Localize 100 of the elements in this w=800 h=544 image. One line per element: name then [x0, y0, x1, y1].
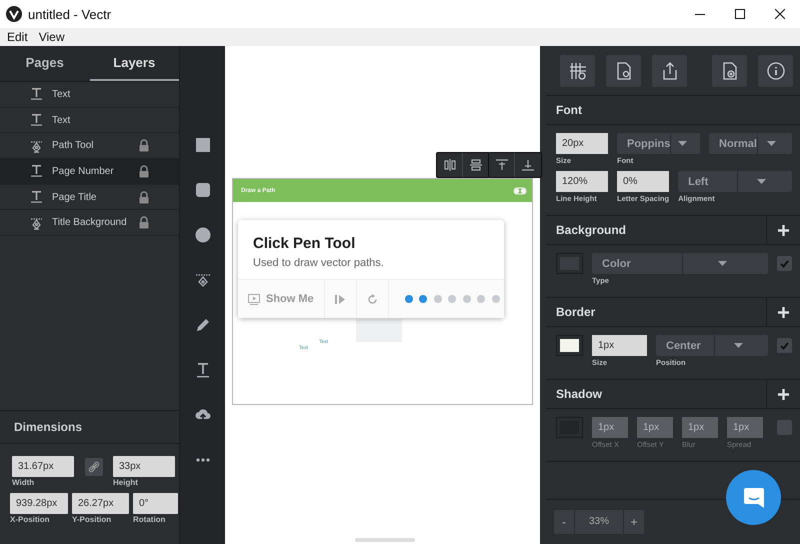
step-dot[interactable] [477, 295, 486, 303]
export-button[interactable] [652, 54, 687, 86]
caret-icon [734, 343, 743, 348]
plus-icon [778, 388, 789, 400]
align-bottom-icon [522, 159, 534, 171]
text-tool-icon [30, 87, 43, 102]
close-icon [775, 9, 785, 19]
dropdown[interactable]: Left [678, 171, 792, 192]
document-gear-icon [614, 62, 632, 80]
layer-item[interactable]: Text [0, 108, 179, 134]
text-tool-icon [30, 190, 43, 204]
section-title: Border [555, 305, 596, 319]
caret-icon [718, 261, 727, 266]
layer-name: Title Background [52, 217, 128, 228]
redo-icon [366, 294, 378, 304]
flip-vertical-icon [470, 159, 482, 171]
input-field[interactable]: 20px [556, 133, 608, 154]
text-tool-icon [30, 164, 43, 178]
new-document-button[interactable] [712, 54, 747, 86]
info-button[interactable] [758, 54, 793, 86]
step-dot[interactable] [462, 295, 471, 303]
input-field[interactable]: 0° [133, 493, 178, 514]
plus-icon [778, 224, 789, 236]
caret-icon [678, 141, 688, 146]
step-dot[interactable] [448, 295, 456, 303]
menu-item[interactable]: Edit [3, 30, 32, 44]
flip-horizontal-icon [444, 159, 456, 171]
zoom-out-button[interactable]: - [554, 510, 574, 534]
field-label: Y-Position [72, 515, 112, 524]
pen-tool-icon[interactable] [194, 272, 210, 288]
pencil-tool-icon[interactable] [194, 316, 210, 332]
input-field[interactable]: 26.27px [72, 493, 129, 514]
grid-settings-button[interactable] [560, 54, 595, 86]
field-label: Rotation [133, 515, 166, 524]
caret-icon [757, 179, 766, 184]
field-label: X-Position [10, 515, 51, 524]
field-label: Width [12, 478, 36, 487]
document-add-icon [720, 62, 738, 80]
lock-icon [138, 164, 150, 178]
input-field[interactable]: 31.67px [12, 456, 74, 477]
tour-description: Used to draw vector paths. [253, 257, 385, 269]
layer-item[interactable]: Page Number [0, 159, 179, 185]
zoom-in-button[interactable]: + [624, 510, 644, 534]
text-tool-icon [30, 113, 43, 128]
step-dot[interactable] [492, 295, 500, 303]
layer-name: Page Title [52, 192, 98, 203]
input-field[interactable]: 939.28px [10, 493, 68, 514]
dropdown[interactable]: Normal [709, 133, 792, 154]
pen-tool-icon [30, 138, 43, 153]
layer-name: Text [52, 114, 72, 126]
input-field[interactable]: 0% [617, 171, 669, 192]
link-icon[interactable] [84, 458, 102, 476]
check-icon [780, 260, 789, 268]
toggle-icon [513, 186, 527, 194]
section-title: Dimensions [14, 420, 82, 434]
chat-icon [742, 486, 764, 508]
checkbox[interactable] [777, 338, 792, 353]
rounded-rectangle-tool-icon[interactable] [194, 182, 210, 198]
checkbox[interactable] [777, 420, 792, 435]
layer-name: Page Number [52, 166, 115, 177]
tour-title: Click Pen Tool [253, 235, 356, 252]
document-settings-button[interactable] [606, 54, 641, 86]
field-label: Height [113, 478, 139, 487]
section-title: Shadow [555, 387, 604, 401]
info-icon [766, 62, 784, 80]
section-title: Font [555, 103, 583, 117]
video-icon [248, 294, 260, 304]
step-dot[interactable] [404, 295, 413, 303]
caret-icon [767, 141, 776, 146]
layer-item[interactable]: Page Title [0, 184, 179, 210]
align-top-icon [496, 159, 508, 171]
dropdown[interactable]: Center [656, 335, 768, 356]
input-field[interactable]: 1px [592, 335, 647, 356]
dropdown[interactable]: Poppins [617, 133, 700, 154]
window-title: untitled - Vectr [28, 6, 112, 22]
zoom-level: 33% [574, 510, 624, 534]
maximize-icon [735, 9, 745, 19]
dropdown[interactable]: Color [592, 253, 768, 274]
plus-icon [778, 306, 789, 318]
pen-tool-icon [30, 216, 43, 230]
skip-icon [334, 294, 346, 304]
lock-icon [138, 139, 150, 152]
checkbox[interactable] [777, 256, 792, 271]
step-dot[interactable] [419, 295, 428, 303]
layer-item[interactable]: Text [0, 82, 179, 108]
panel-tab[interactable]: Pages [0, 46, 90, 81]
menu-item[interactable]: View [34, 30, 68, 44]
input-field[interactable]: 120% [556, 171, 608, 192]
color-swatch[interactable] [560, 339, 579, 352]
step-dot[interactable] [434, 295, 442, 303]
check-icon [780, 342, 789, 350]
ellipse-tool-icon[interactable] [194, 226, 210, 242]
app-logo-icon [6, 6, 22, 22]
share-icon [660, 62, 678, 80]
rectangle-tool-icon[interactable] [194, 136, 210, 152]
input-field[interactable]: 33px [113, 456, 175, 477]
grid-icon [568, 62, 586, 80]
text-tool-icon[interactable] [194, 362, 210, 378]
layer-item[interactable]: Title Background [0, 210, 179, 236]
layer-name: Text [52, 88, 72, 100]
